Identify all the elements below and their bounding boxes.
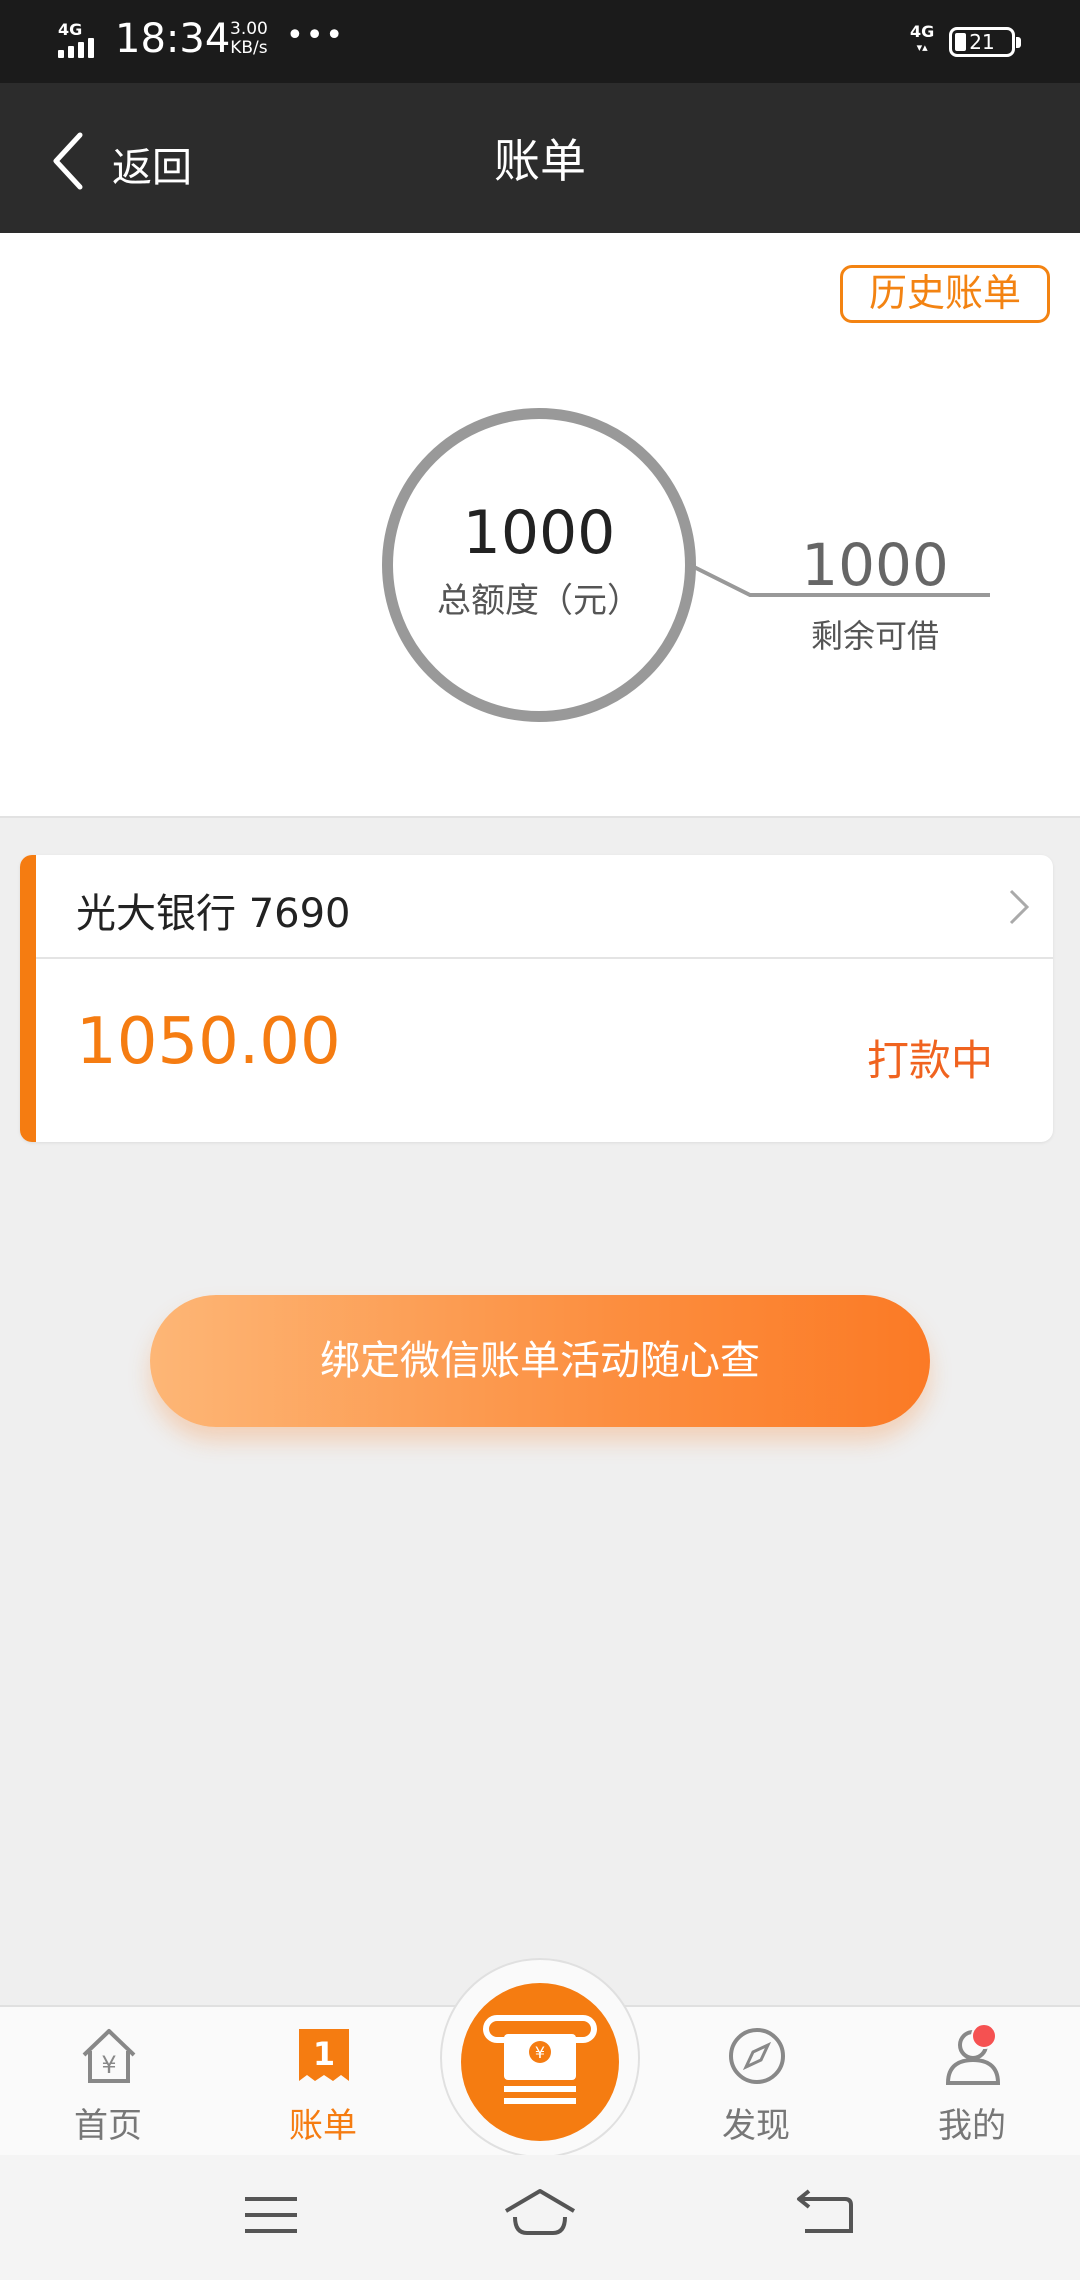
bind-wechat-button[interactable]: 绑定微信账单活动随心查 — [150, 1295, 930, 1427]
cash-action-button[interactable]: ¥ — [461, 1983, 619, 2141]
network-speed: 3.00 KB/s — [230, 20, 268, 58]
home-icon: ¥ — [82, 2029, 136, 2083]
speed-value: 3.00 — [230, 19, 268, 39]
history-bills-button[interactable]: 历史账单 — [840, 265, 1050, 323]
system-nav-bar — [0, 2155, 1080, 2280]
battery-icon: 21 — [949, 27, 1021, 57]
tab-discover-label: 发现 — [722, 2106, 790, 2146]
notification-dot — [971, 2023, 997, 2049]
data-indicator: 4G ▾▴ — [910, 24, 934, 56]
remaining-label: 剩余可借 — [810, 617, 939, 655]
signal-icon — [58, 38, 102, 58]
remaining-amount: 1000 — [801, 531, 949, 599]
data-arrows-icon: ▾▴ — [916, 41, 928, 54]
total-limit-amount: 1000 — [462, 498, 616, 568]
more-notifications-icon: ••• — [286, 18, 346, 53]
chevron-right-icon — [1009, 889, 1030, 925]
cash-icon: ¥ — [483, 2015, 597, 2104]
status-badge: 打款中 — [866, 1036, 993, 1085]
tab-bill-label: 账单 — [289, 2106, 357, 2146]
card-accent-bar — [20, 855, 36, 1142]
svg-text:¥: ¥ — [535, 2043, 545, 2062]
network-type: 4G — [58, 20, 83, 39]
battery-level: 21 — [969, 30, 995, 54]
svg-text:¥: ¥ — [101, 2051, 116, 2079]
bank-name: 光大银行 7690 — [76, 891, 351, 937]
total-limit-label: 总额度（元） — [437, 581, 641, 621]
nav-bar: 返回 账单 — [0, 83, 1080, 233]
menu-icon[interactable] — [243, 2185, 299, 2245]
bill-icon-text: 1 — [313, 2035, 335, 2073]
tab-mine[interactable]: 我的 — [892, 2020, 1052, 2150]
bill-card: 光大银行 7690 1050.00 打款中 — [20, 855, 1053, 1142]
network-type-right: 4G — [910, 22, 935, 41]
status-bar: 4G 18:34 3.00 KB/s ••• 4G ▾▴ 21 — [0, 0, 1080, 83]
bill-icon: 1 — [299, 2029, 349, 2081]
home-outline-icon[interactable] — [503, 2185, 577, 2245]
clock: 18:34 — [115, 16, 231, 62]
tab-mine-label: 我的 — [938, 2106, 1006, 2146]
tab-home[interactable]: ¥ 首页 — [28, 2020, 188, 2150]
tab-home-label: 首页 — [74, 2106, 142, 2146]
credit-panel: 历史账单 1000 总额度（元） 1000 剩余可借 — [0, 233, 1080, 818]
bank-account-row[interactable]: 光大银行 7690 — [36, 855, 1053, 959]
bill-amount: 1050.00 — [76, 1005, 341, 1079]
back-icon[interactable] — [795, 2185, 855, 2245]
speed-unit: KB/s — [230, 38, 268, 58]
tab-discover[interactable]: 发现 — [676, 2020, 836, 2150]
page-title: 账单 — [494, 134, 586, 188]
compass-icon — [729, 2028, 785, 2084]
tab-bill[interactable]: 1 账单 — [243, 2020, 403, 2150]
